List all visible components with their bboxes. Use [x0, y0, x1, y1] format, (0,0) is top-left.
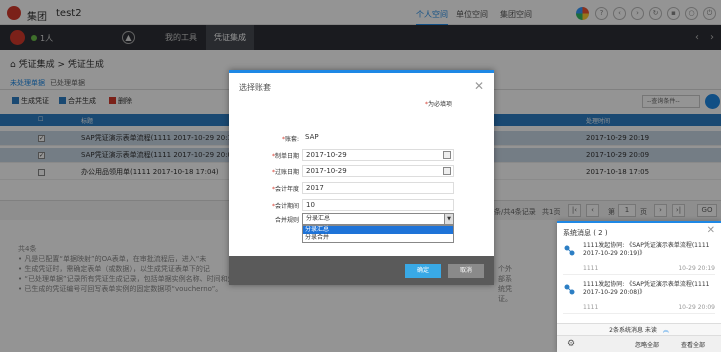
dialog-title: 选择账套 [239, 83, 271, 92]
message-item[interactable]: 1111发起协同: 《SAP凭证演示表单流程(1111 2017-10-29 2… [563, 280, 715, 314]
account-set-field: SAP [305, 133, 319, 141]
close-icon[interactable]: ✕ [707, 225, 715, 236]
dialog-footer: 确定 取消 [229, 256, 494, 285]
post-date-field[interactable]: 2017-10-29 [302, 165, 454, 177]
message-time: 10-29 20:09 [678, 304, 715, 311]
message-text: 1111发起协同: 《SAP凭证演示表单流程(1111 2017-10-29 2… [583, 242, 710, 257]
chevron-up-icon[interactable]: ︽ [663, 327, 669, 334]
cancel-button[interactable]: 取消 [448, 264, 484, 278]
merge-option-merge[interactable]: 分录合并 [303, 234, 453, 242]
fiscal-year-field[interactable]: 2017 [302, 182, 454, 194]
merge-rule-select[interactable]: 分录汇总 ▼ [302, 213, 454, 225]
required-note: *为必填项 [425, 101, 453, 108]
ignore-all-button[interactable]: 忽略全部 [635, 340, 659, 349]
system-messages-footer: ⚙ 忽略全部 查看全部 [557, 335, 721, 352]
merge-option-summary[interactable]: 分录汇总 [303, 226, 453, 234]
message-sender: 1111 [583, 304, 599, 311]
fiscal-period-field[interactable]: 10 [302, 199, 454, 211]
account-set-label: *账套: [281, 136, 299, 143]
unread-text: 2条系统消息 未读 [609, 327, 657, 334]
calendar-icon[interactable] [443, 167, 451, 175]
gear-icon[interactable]: ⚙ [567, 339, 575, 349]
message-sender: 1111 [583, 265, 599, 272]
system-messages-panel: 系统消息 ( 2 ) ✕ 1111发起协同: 《SAP凭证演示表单流程(1111… [557, 221, 721, 352]
chevron-down-icon[interactable]: ▼ [444, 214, 453, 224]
collaboration-icon [564, 284, 575, 295]
post-date-label: *过账日期 [271, 169, 299, 176]
message-text: 1111发起协同: 《SAP凭证演示表单流程(1111 2017-10-29 2… [583, 281, 710, 296]
calendar-icon[interactable] [443, 151, 451, 159]
merge-rule-label: 合并规则 [274, 217, 299, 224]
select-account-dialog: 选择账套 ✕ *为必填项 *账套: SAP *制单日期 2017-10-29 *… [229, 70, 494, 285]
message-time: 10-29 20:19 [678, 265, 715, 272]
collaboration-icon [564, 245, 575, 256]
fiscal-year-label: *会计年度 [271, 186, 299, 193]
close-icon[interactable]: ✕ [474, 79, 484, 93]
fiscal-period-label: *会计期间 [271, 203, 299, 210]
bill-date-label: *制单日期 [271, 153, 299, 160]
message-item[interactable]: 1111发起协同: 《SAP凭证演示表单流程(1111 2017-10-29 2… [563, 241, 715, 275]
system-messages-title: 系统消息 ( 2 ) [563, 229, 608, 237]
confirm-button[interactable]: 确定 [405, 264, 441, 278]
bill-date-field[interactable]: 2017-10-29 [302, 149, 454, 161]
view-all-button[interactable]: 查看全部 [681, 340, 705, 349]
merge-rule-dropdown: 分录汇总 分录合并 [302, 225, 454, 243]
